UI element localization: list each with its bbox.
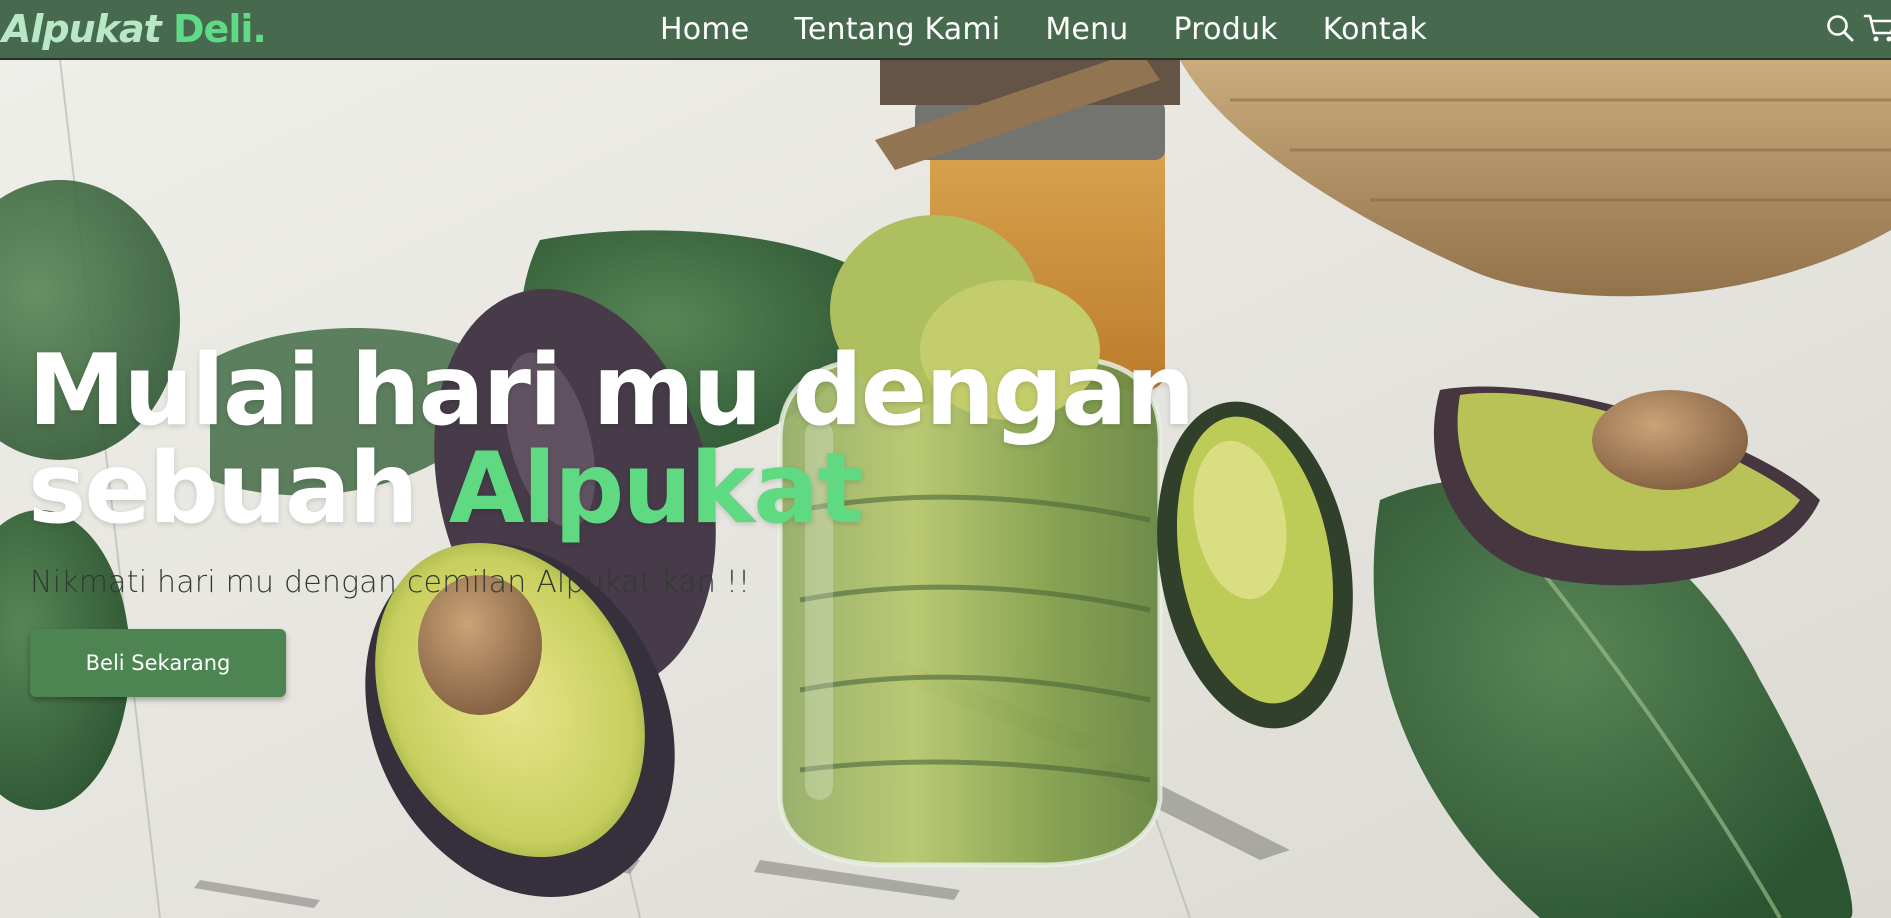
hero-headline: Mulai hari mu dengan sebuah Alpukat — [28, 342, 1195, 538]
search-icon[interactable] — [1825, 13, 1855, 43]
nav-link-menu[interactable]: Menu — [1045, 12, 1128, 47]
buy-now-button[interactable]: Beli Sekarang — [30, 629, 286, 697]
nav-link-kontak[interactable]: Kontak — [1323, 12, 1427, 47]
brand-suffix: Deli. — [173, 7, 267, 51]
nav-link-home[interactable]: Home — [660, 12, 749, 47]
hero-subtext: Nikmati hari mu dengan cemilan Alpukat k… — [30, 565, 751, 600]
brand-logo[interactable]: Alpukat Deli. — [2, 4, 267, 54]
brand-name: Alpukat — [2, 7, 162, 51]
nav-icons — [1825, 10, 1891, 46]
hero-section: Mulai hari mu dengan sebuah Alpukat Nikm… — [0, 60, 1891, 918]
landing-page: Alpukat Deli. Home Tentang Kami Menu Pro… — [0, 0, 1891, 918]
navbar: Alpukat Deli. Home Tentang Kami Menu Pro… — [0, 0, 1891, 60]
nav-link-produk[interactable]: Produk — [1174, 12, 1278, 47]
nav-link-tentang-kami[interactable]: Tentang Kami — [794, 12, 1000, 47]
headline-accent: Alpukat — [448, 432, 865, 546]
headline-line-1: Mulai hari mu dengan — [28, 334, 1195, 448]
headline-line-2-prefix: sebuah — [28, 432, 419, 546]
nav-menu: Home Tentang Kami Menu Produk Kontak — [660, 0, 1472, 58]
cart-icon[interactable] — [1863, 12, 1891, 44]
